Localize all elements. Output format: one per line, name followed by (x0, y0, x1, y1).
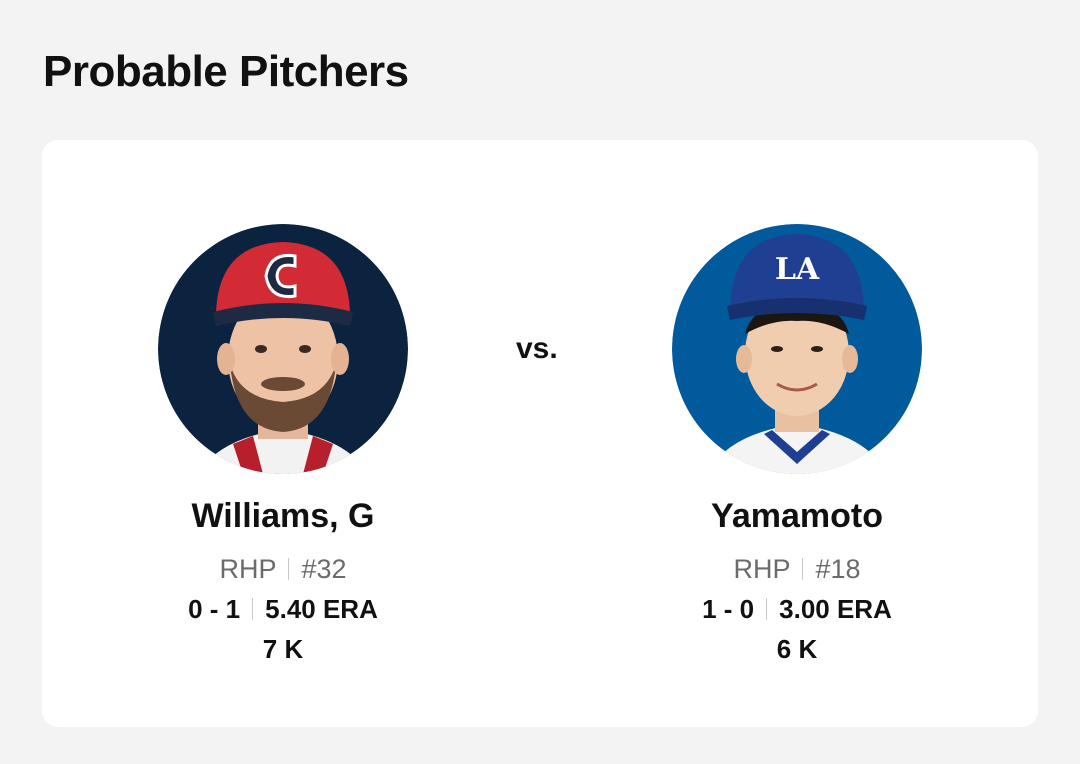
away-pitcher-stats: 0 - 1 5.40 ERA (133, 592, 433, 626)
home-pitcher-throws: RHP (733, 554, 791, 584)
home-pitcher[interactable]: LA Yamamoto RHP #18 1 - 0 3.00 ERA 6 K (647, 224, 947, 666)
home-pitcher-meta: RHP #18 (647, 552, 947, 586)
away-pitcher[interactable]: Williams, G RHP #32 0 - 1 5.40 ERA 7 K (133, 224, 433, 666)
home-pitcher-name: Yamamoto (711, 497, 883, 535)
away-pitcher-meta: RHP #32 (133, 552, 433, 586)
home-pitcher-record: 1 - 0 (702, 594, 755, 624)
away-pitcher-era: 5.40 ERA (265, 594, 378, 624)
section-heading: Probable Pitchers (43, 47, 409, 96)
away-pitcher-avatar (158, 224, 408, 474)
away-pitcher-throws: RHP (219, 554, 277, 584)
away-pitcher-record: 0 - 1 (188, 594, 241, 624)
home-pitcher-strikeouts: 6 K (776, 634, 818, 664)
home-pitcher-era: 3.00 ERA (779, 594, 892, 624)
probable-pitchers-page: Probable Pitchers Williams, G RHP #32 0 … (0, 0, 1080, 764)
home-meta-divider (802, 558, 804, 580)
home-cap-logo: LA (775, 252, 820, 287)
away-meta-divider (288, 558, 290, 580)
away-pitcher-name: Williams, G (191, 497, 375, 535)
home-pitcher-stats: 1 - 0 3.00 ERA (647, 592, 947, 626)
home-pitcher-number: #18 (815, 554, 861, 584)
away-pitcher-number: #32 (301, 554, 347, 584)
home-pitcher-avatar: LA (672, 224, 922, 474)
matchup-card: Williams, G RHP #32 0 - 1 5.40 ERA 7 K vs. (42, 140, 1038, 727)
away-pitcher-strikeouts: 7 K (262, 634, 304, 664)
home-stats-divider (766, 598, 768, 620)
away-stats-divider (252, 598, 254, 620)
versus-label: vs. (516, 332, 558, 365)
